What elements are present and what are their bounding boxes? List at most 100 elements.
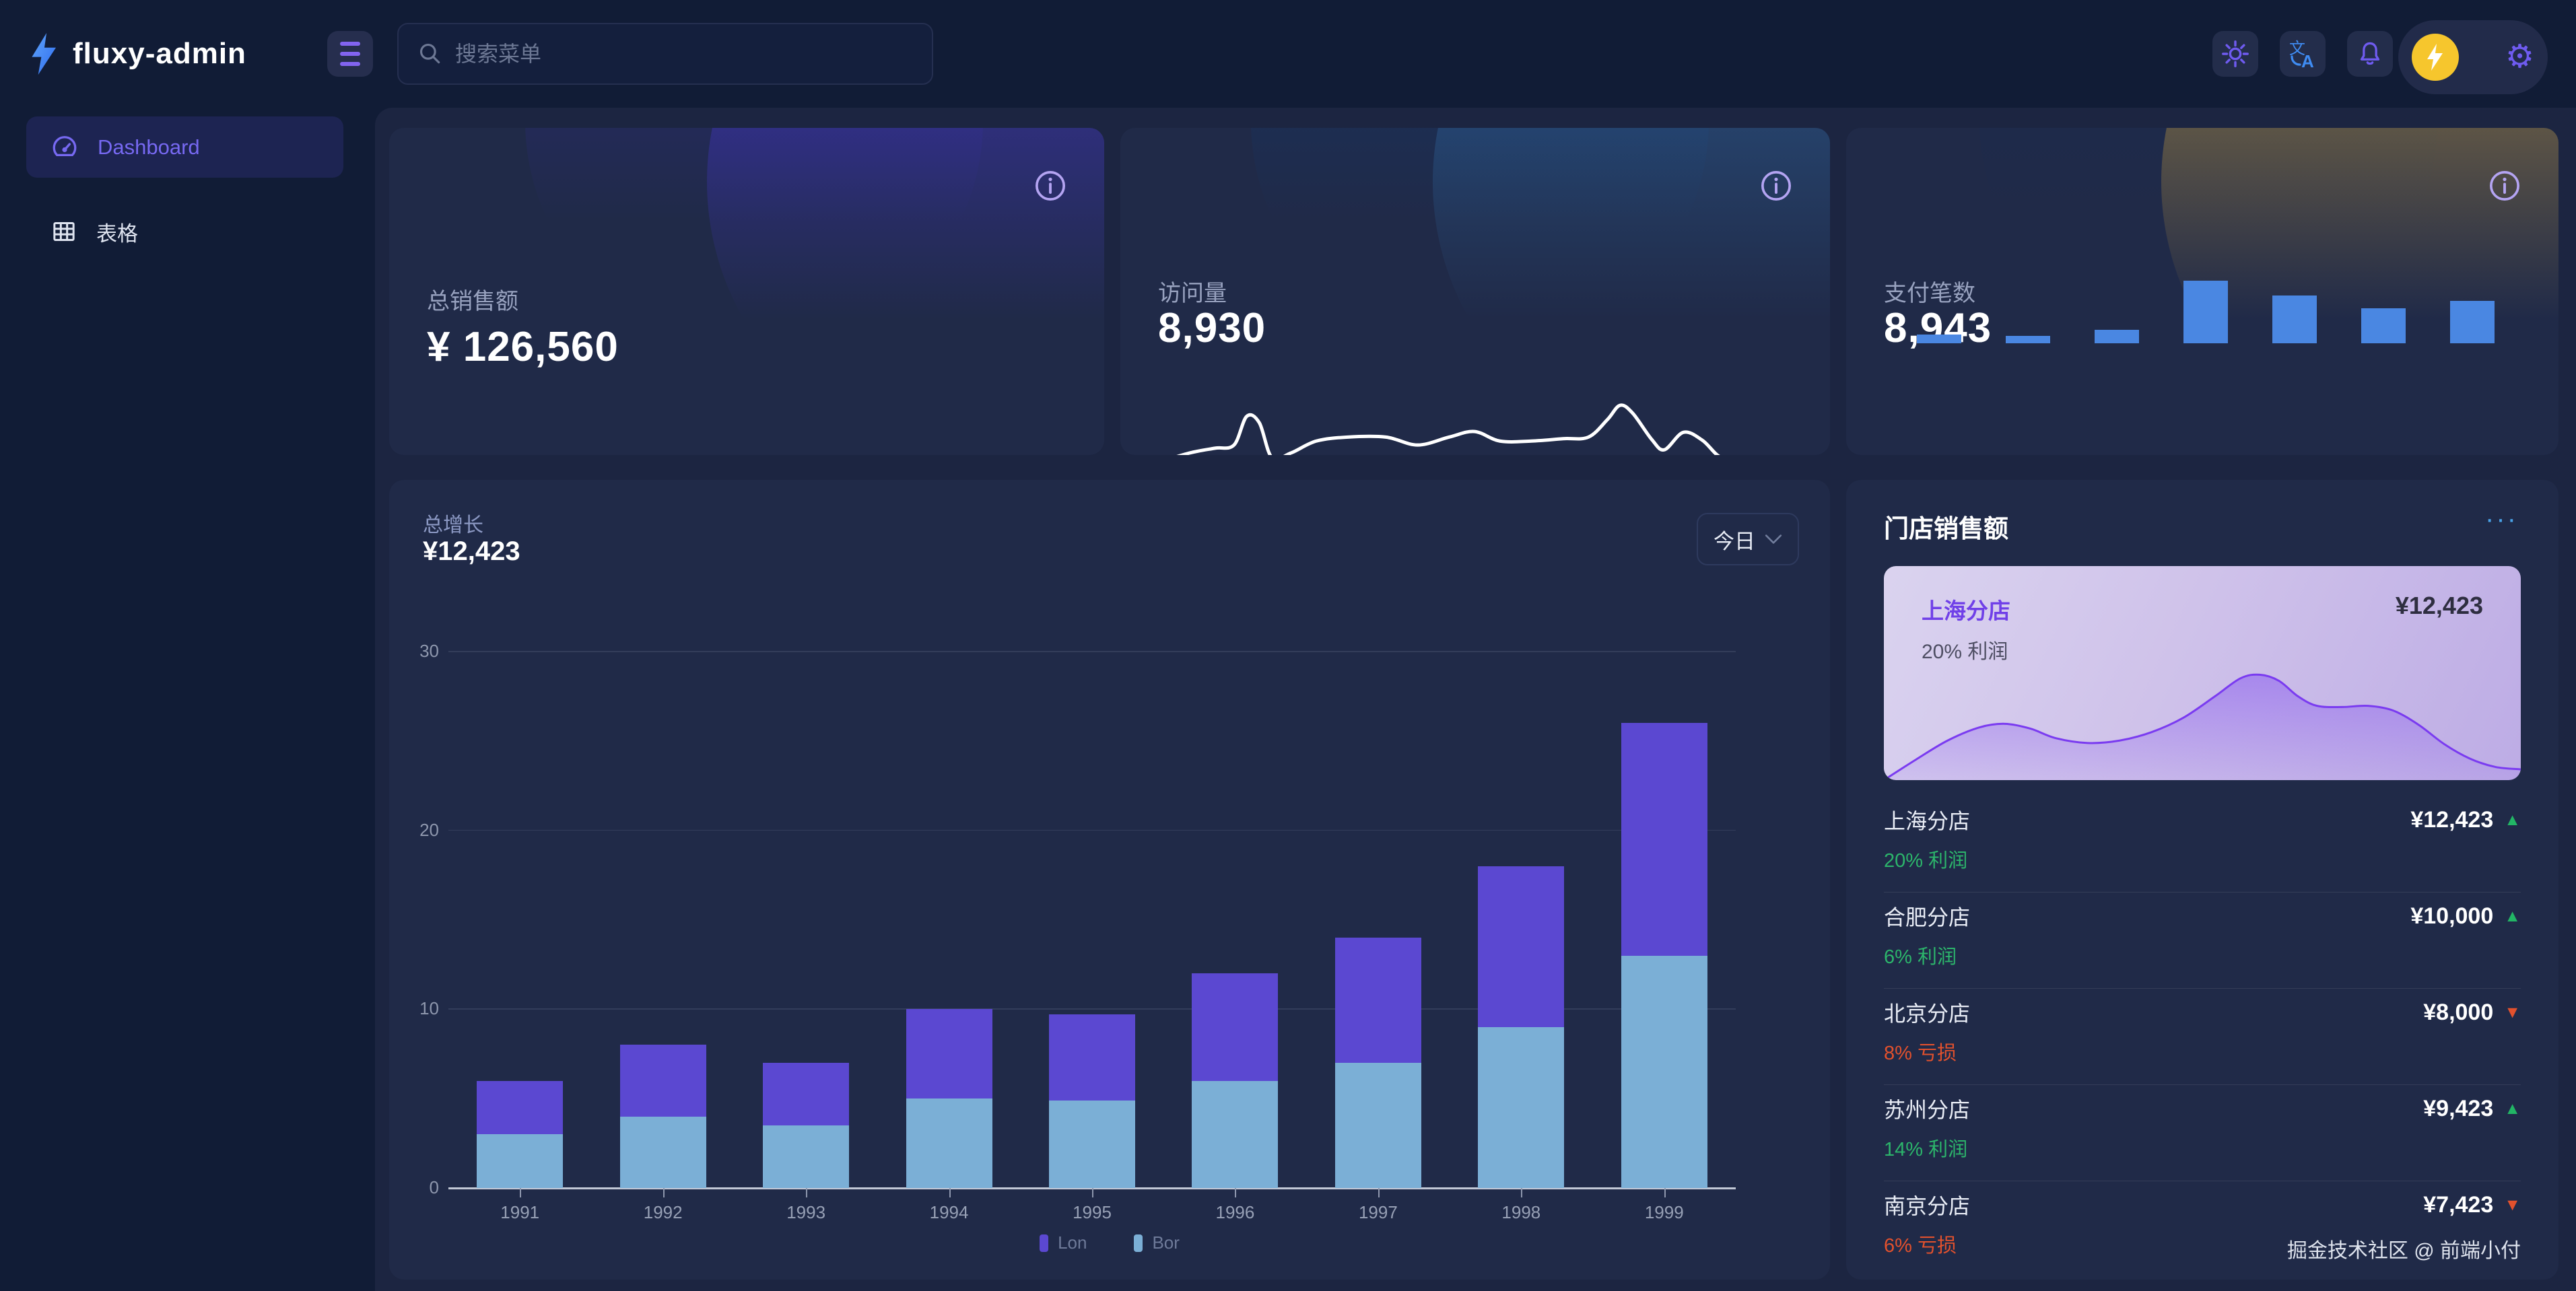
store-percent: 8% 亏损: [1884, 1037, 2521, 1066]
store-row-top: 北京分店 ¥8,000 ▼: [1884, 989, 2521, 1028]
mini-bar: [2006, 336, 2050, 343]
store-list: 上海分店 ¥12,423▲ 20% 利润合肥分店¥10,000▲6% 利润北京分店 ¥…: [1884, 796, 2521, 1278]
gridline: [448, 651, 1736, 652]
x-axis-tick: [520, 1188, 521, 1197]
language-switch-button[interactable]: 文 A: [2280, 31, 2326, 77]
visits-sparkline: [1158, 396, 1791, 455]
chart-legend: Lon Bor: [389, 1232, 1830, 1253]
store-value-wrap: ¥8,000 ▼: [2423, 1000, 2521, 1026]
notifications-button[interactable]: [2347, 31, 2393, 77]
stacked-bar: [1049, 1014, 1135, 1188]
info-icon[interactable]: [2487, 168, 2522, 207]
store-name: 上海分店: [1884, 804, 1970, 835]
store-value: ¥8,000: [2423, 1000, 2493, 1026]
y-axis-label: 10: [400, 998, 439, 1019]
stacked-bar: [1478, 866, 1564, 1188]
store-value-wrap: ¥10,000▲: [2410, 903, 2521, 930]
panel-title: 门店销售额: [1884, 508, 2008, 545]
store-value: ¥10,000: [2410, 903, 2493, 930]
highlight-store-name: 上海分店: [1922, 593, 2010, 625]
store-row[interactable]: 合肥分店¥10,000▲6% 利润: [1884, 893, 2521, 989]
info-icon[interactable]: [1033, 168, 1068, 207]
payments-mini-bar-chart: [1917, 275, 2495, 343]
search-bar: [397, 23, 933, 85]
growth-amount: ¥12,423: [423, 536, 520, 567]
bar-segment-lon: [906, 1009, 992, 1098]
bar-segment-bor: [1049, 1101, 1135, 1188]
store-sales-panel: 门店销售额 ··· 上海分店 ¥12,423 20% 利润: [1846, 480, 2558, 1280]
store-highlight-card[interactable]: 上海分店 ¥12,423 20% 利润: [1884, 566, 2521, 780]
trend-up-icon: ▲: [2504, 810, 2521, 830]
store-row[interactable]: 上海分店 ¥12,423▲ 20% 利润: [1884, 796, 2521, 893]
lightning-logo-icon: [27, 33, 62, 75]
search-input[interactable]: [455, 42, 913, 67]
app-logo: fluxy-admin: [27, 27, 246, 81]
user-settings-pill: ⚙: [2398, 20, 2548, 94]
store-value-wrap: ¥9,423▲: [2423, 1096, 2521, 1122]
stacked-bar: [906, 1009, 992, 1188]
visits-card: 访问量 8,930 日访问量 9,431: [1120, 128, 1830, 455]
store-percent: 20% 利润: [1884, 845, 2521, 873]
x-axis-tick: [806, 1188, 807, 1197]
store-area-chart: [1884, 660, 2521, 780]
mini-bar: [2272, 295, 2317, 343]
x-axis-label: 1991: [479, 1202, 560, 1223]
x-axis-label: 1996: [1194, 1202, 1275, 1223]
bar-segment-lon: [763, 1063, 849, 1125]
gear-icon[interactable]: ⚙: [2505, 41, 2534, 73]
bar-segment-bor: [1621, 956, 1707, 1188]
total-sales-card: 总销售额 ¥ 126,560 周同比 12% ▼ 日同比 12% ▲ 日销售额 …: [389, 128, 1104, 455]
bar-segment-bor: [620, 1117, 706, 1188]
svg-text:A: A: [2301, 51, 2314, 70]
store-row[interactable]: 北京分店 ¥8,000 ▼ 8% 亏损: [1884, 989, 2521, 1085]
store-name: 北京分店: [1884, 997, 1970, 1028]
chevron-down-icon: [1765, 534, 1782, 545]
store-row-top: 合肥分店¥10,000▲: [1884, 893, 2521, 932]
sidebar-collapse-button[interactable]: [327, 31, 373, 77]
stacked-bar: [620, 1045, 706, 1188]
store-percent: 14% 利润: [1884, 1133, 2521, 1162]
sidebar-item-dashboard[interactable]: Dashboard: [26, 116, 343, 178]
stacked-bar: [1335, 938, 1421, 1188]
store-value-wrap: ¥7,423▼: [2423, 1192, 2521, 1218]
sidebar-item-table[interactable]: 表格: [26, 205, 343, 258]
stacked-bar: [763, 1063, 849, 1188]
x-axis-label: 1995: [1052, 1202, 1132, 1223]
bar-segment-lon: [477, 1081, 563, 1135]
bar-segment-bor: [1478, 1027, 1564, 1188]
date-range-select[interactable]: 今日: [1697, 513, 1799, 565]
trend-down-icon: ▼: [2504, 1003, 2521, 1022]
gridline: [448, 830, 1736, 831]
avatar[interactable]: [2412, 34, 2459, 81]
bar-segment-bor: [1335, 1063, 1421, 1188]
card-title: 总销售额: [427, 283, 518, 316]
x-axis-label: 1998: [1481, 1202, 1561, 1223]
y-axis-label: 20: [400, 820, 439, 841]
store-row-top: 上海分店 ¥12,423▲: [1884, 796, 2521, 835]
more-menu-icon[interactable]: ···: [2485, 504, 2518, 534]
x-axis-label: 1999: [1624, 1202, 1705, 1223]
x-axis-tick: [949, 1188, 951, 1197]
legend-swatch: [1134, 1234, 1143, 1252]
table-icon: [50, 218, 77, 245]
info-icon[interactable]: [1759, 168, 1794, 207]
legend-item[interactable]: Bor: [1134, 1232, 1179, 1253]
store-row[interactable]: 苏州分店¥9,423▲14% 利润: [1884, 1085, 2521, 1181]
highlight-store-value: ¥12,423: [2396, 592, 2483, 620]
x-axis-tick: [1664, 1188, 1666, 1197]
payments-card: 支付笔数 8,943 转化率 2,421: [1846, 128, 2558, 455]
x-axis-tick: [1235, 1188, 1236, 1197]
mini-bar: [2095, 330, 2139, 343]
mini-bar: [1917, 335, 1961, 343]
trend-down-icon: ▼: [2504, 1195, 2521, 1215]
day-compare-label: 日同比: [621, 452, 684, 455]
store-value-wrap: ¥12,423▲: [2410, 807, 2521, 833]
date-range-value: 今日: [1714, 524, 1755, 555]
stacked-bar: [477, 1081, 563, 1188]
bar-segment-lon: [1621, 723, 1707, 955]
legend-item[interactable]: Lon: [1040, 1232, 1087, 1253]
bar-segment-bor: [763, 1125, 849, 1188]
x-axis-tick: [663, 1188, 665, 1197]
theme-toggle-button[interactable]: [2212, 31, 2258, 77]
x-axis-tick: [1378, 1188, 1380, 1197]
